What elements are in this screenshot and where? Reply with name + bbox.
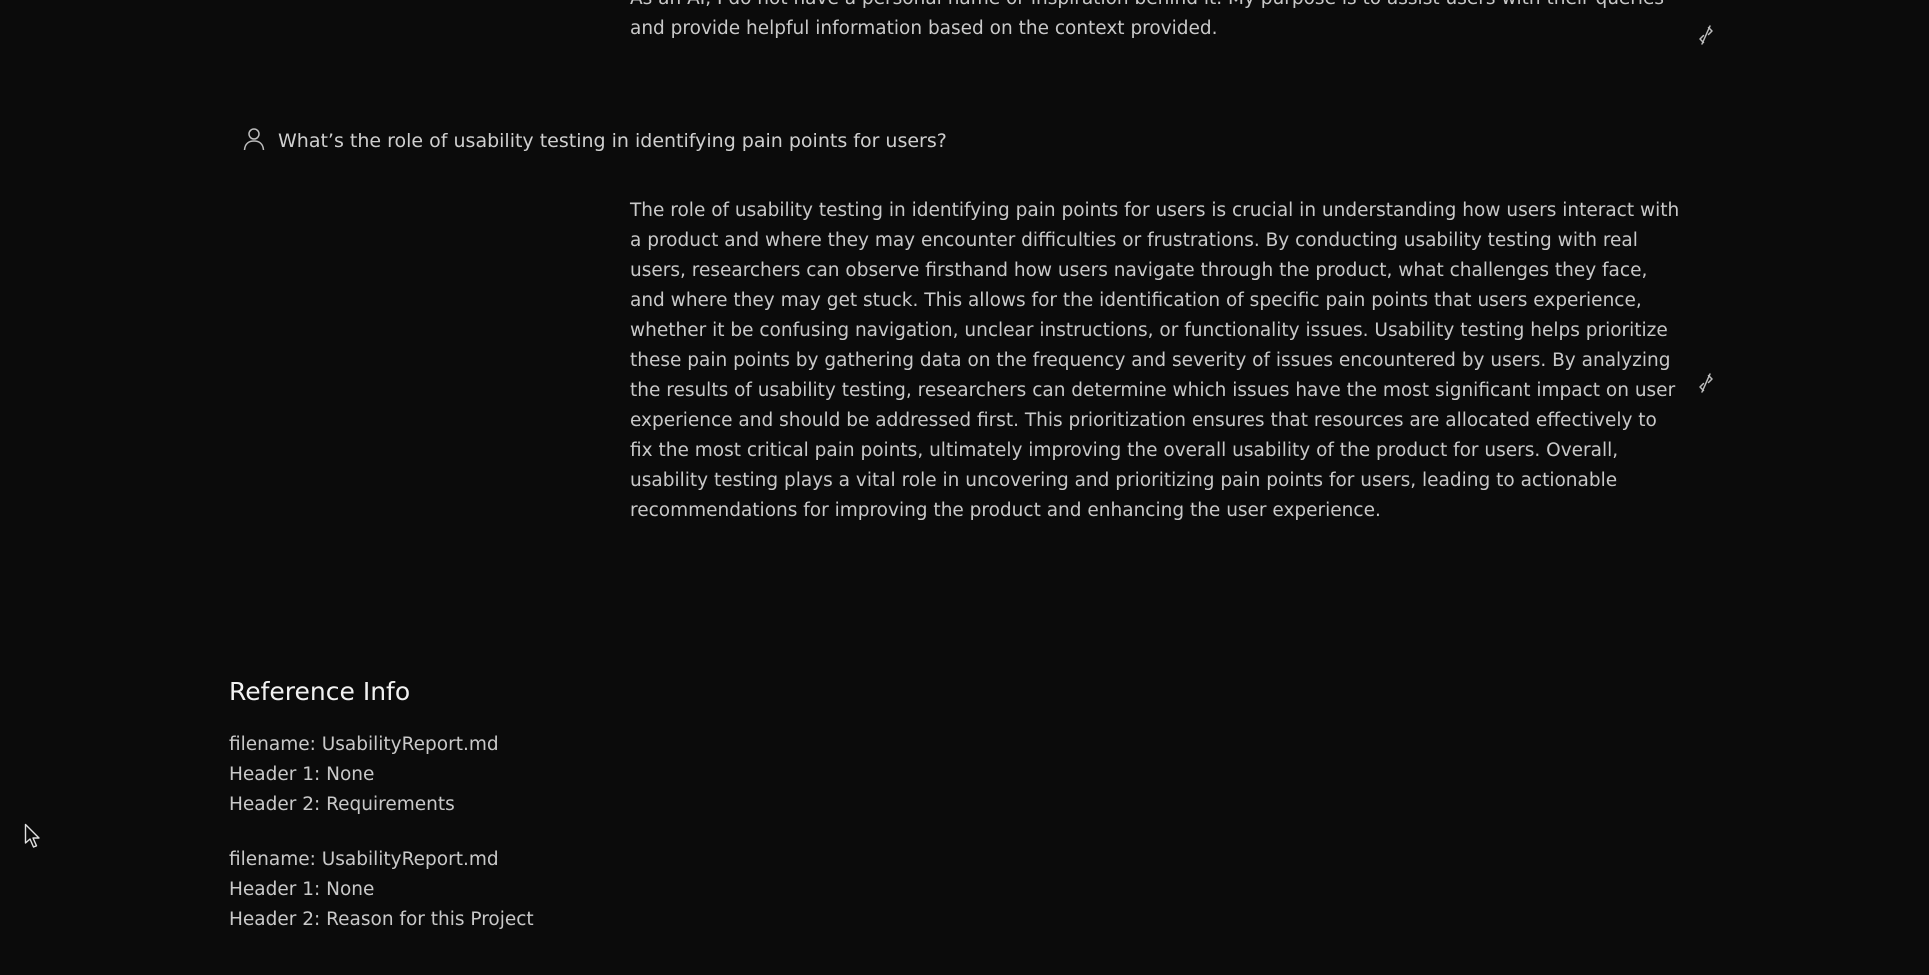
reference-filename: filename: UsabilityReport.md [229, 734, 499, 755]
user-message: What’s the role of usability testing in … [242, 126, 947, 156]
assistant-answer-text: The role of usability testing in identif… [630, 200, 1680, 521]
reference-header-2: Header 2: Requirements [229, 794, 455, 815]
reference-header-1: Header 1: None [229, 764, 375, 785]
user-icon [242, 126, 266, 156]
reference-item: filename: UsabilityReport.md Header 1: N… [229, 730, 929, 820]
reference-info-title: Reference Info [229, 677, 411, 706]
previous-answer-text: As an AI, I do not have a personal name … [630, 0, 1664, 39]
reference-header-1: Header 1: None [229, 879, 375, 900]
reference-item: filename: UsabilityReport.md Header 1: N… [229, 845, 929, 935]
reference-filename: filename: UsabilityReport.md [229, 849, 499, 870]
user-question-text: What’s the role of usability testing in … [278, 130, 947, 152]
unlink-icon[interactable] [1696, 24, 1716, 46]
reference-info-section: Reference Info filename: UsabilityReport… [229, 672, 929, 960]
mouse-cursor-icon [24, 823, 42, 849]
unlink-icon[interactable] [1696, 372, 1716, 394]
reference-header-2: Header 2: Reason for this Project [229, 909, 534, 930]
